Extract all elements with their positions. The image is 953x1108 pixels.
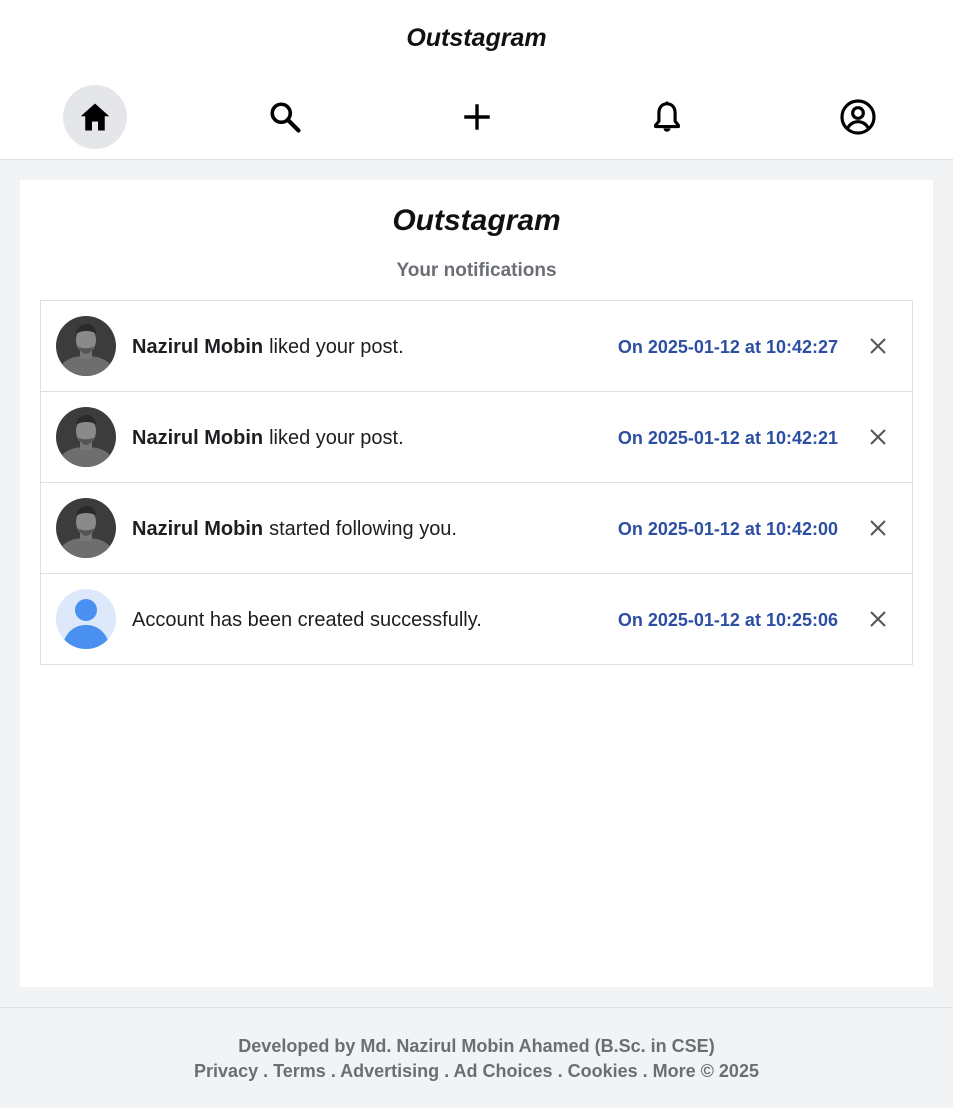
more-link[interactable]: More <box>653 1061 696 1081</box>
main-nav <box>0 85 953 149</box>
notification-item[interactable]: Account has been created successfully. O… <box>40 573 913 665</box>
avatar[interactable] <box>56 498 116 558</box>
notification-timestamp: On 2025-01-12 at 10:42:00 <box>617 518 838 539</box>
close-icon <box>870 611 886 627</box>
copyright: © 2025 <box>700 1061 759 1081</box>
dismiss-button[interactable] <box>866 607 890 631</box>
dismiss-button[interactable] <box>866 516 890 540</box>
dismiss-button[interactable] <box>866 334 890 358</box>
home-icon <box>80 103 110 131</box>
notification-list: Nazirul Mobin liked your post. On 2025-0… <box>40 300 913 665</box>
terms-link[interactable]: Terms <box>273 1061 326 1081</box>
notification-timestamp: On 2025-01-12 at 10:42:27 <box>617 336 838 357</box>
close-icon <box>870 338 886 354</box>
footer-links: Privacy . Terms . Advertising . Ad Choic… <box>0 1061 953 1082</box>
user-photo-icon <box>56 316 116 376</box>
page-title: Outstagram <box>392 204 561 237</box>
page-subtitle: Your notifications <box>396 260 557 281</box>
user-photo-icon <box>56 498 116 558</box>
notification-message: Account has been created successfully. <box>132 608 482 631</box>
notification-item[interactable]: Nazirul Mobin liked your post. On 2025-0… <box>40 391 913 483</box>
notification-user[interactable]: Nazirul Mobin <box>132 427 263 450</box>
notification-message: started following you. <box>269 517 457 540</box>
top-bar: Outstagram <box>0 0 953 160</box>
link-separator: . <box>637 1061 653 1081</box>
nav-home-button[interactable] <box>63 85 127 149</box>
notification-user[interactable]: Nazirul Mobin <box>132 518 263 541</box>
close-icon <box>870 429 886 445</box>
link-separator: . <box>325 1061 341 1081</box>
bell-icon <box>654 101 680 132</box>
dismiss-button[interactable] <box>866 425 890 449</box>
notification-text: Nazirul Mobin liked your post. <box>132 301 404 393</box>
link-separator: . <box>258 1061 274 1081</box>
link-separator: . <box>552 1061 568 1081</box>
notification-text: Nazirul Mobin liked your post. <box>132 392 404 484</box>
advertising-link[interactable]: Advertising <box>340 1061 439 1081</box>
notification-user[interactable]: Nazirul Mobin <box>132 336 263 359</box>
notification-message: liked your post. <box>269 426 404 449</box>
avatar[interactable] <box>56 407 116 467</box>
avatar[interactable] <box>56 316 116 376</box>
notification-message: liked your post. <box>269 335 404 358</box>
notification-timestamp: On 2025-01-12 at 10:25:06 <box>617 609 838 630</box>
plus-icon <box>464 104 490 130</box>
nav-create-button[interactable] <box>445 85 509 149</box>
nav-notifications-button[interactable] <box>635 85 699 149</box>
privacy-link[interactable]: Privacy <box>194 1061 258 1081</box>
search-icon <box>270 102 301 133</box>
nav-search-button[interactable] <box>253 85 317 149</box>
notification-text: Account has been created successfully. <box>132 574 482 666</box>
footer: Developed by Md. Nazirul Mobin Ahamed (B… <box>0 1007 953 1108</box>
default-avatar-icon <box>56 589 116 649</box>
user-circle-icon <box>840 99 876 135</box>
link-separator: . <box>439 1061 454 1081</box>
close-icon <box>870 520 886 536</box>
notifications-card: Outstagram Your notifications Nazirul Mo… <box>20 180 933 987</box>
notification-item[interactable]: Nazirul Mobin started following you. On … <box>40 482 913 574</box>
ad-choices-link[interactable]: Ad Choices <box>454 1061 553 1081</box>
nav-profile-button[interactable] <box>826 85 890 149</box>
notification-text: Nazirul Mobin started following you. <box>132 483 457 575</box>
notification-item[interactable]: Nazirul Mobin liked your post. On 2025-0… <box>40 300 913 392</box>
brand-logo[interactable]: Outstagram <box>0 24 953 53</box>
avatar <box>56 589 116 649</box>
notification-timestamp: On 2025-01-12 at 10:42:21 <box>617 427 838 448</box>
cookies-link[interactable]: Cookies <box>568 1061 638 1081</box>
user-photo-icon <box>56 407 116 467</box>
developer-credit: Developed by Md. Nazirul Mobin Ahamed (B… <box>238 1036 715 1056</box>
